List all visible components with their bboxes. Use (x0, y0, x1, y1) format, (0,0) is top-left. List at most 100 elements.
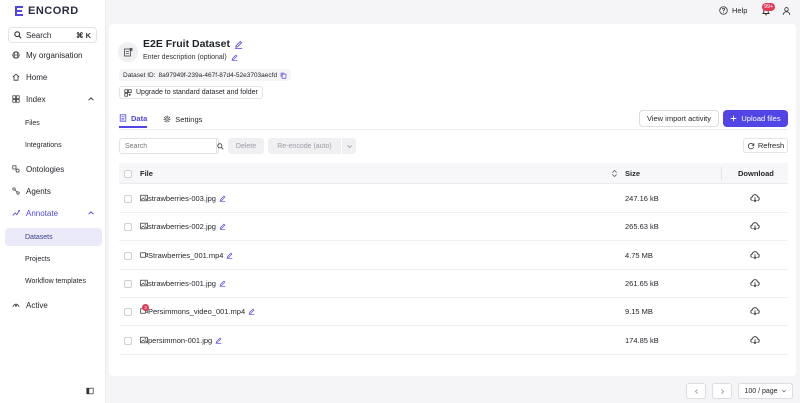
chevron-left-icon (694, 388, 698, 394)
chevron-up-icon[interactable] (87, 209, 95, 217)
cloud-download-icon[interactable] (750, 306, 760, 316)
image-icon (140, 279, 148, 287)
cloud-download-icon[interactable] (750, 250, 760, 260)
column-file: File (140, 169, 153, 178)
row-checkbox[interactable] (124, 279, 132, 288)
file-name-cell[interactable]: Persimmons_video_001.mp4 (148, 307, 255, 316)
file-name-cell[interactable]: Strawberries_001.mp4 (148, 251, 233, 260)
tab-settings[interactable]: Settings (163, 110, 202, 128)
sidebar-item-label: Projects (25, 255, 51, 263)
table-row[interactable]: strawberries-003.jpg 247.16 kB (119, 185, 788, 213)
table-row[interactable]: strawberries-001.jpg 261.65 kB (119, 270, 788, 298)
row-checkbox[interactable] (124, 308, 132, 317)
sidebar-item-workflow-templates[interactable]: Workflow templates (5, 272, 102, 290)
tab-data[interactable]: Data (119, 110, 148, 128)
cloud-download-icon[interactable] (750, 335, 760, 345)
description-text: Enter description (optional) (143, 54, 227, 61)
sidebar-search[interactable]: Search ⌘ K (8, 27, 97, 43)
chevron-up-icon[interactable] (87, 95, 95, 103)
view-import-activity-button[interactable]: View import activity (639, 110, 719, 127)
sidebar-item-label: Annotate (26, 208, 59, 218)
search-submit-button[interactable] (216, 139, 224, 153)
prev-page-button[interactable] (686, 383, 706, 399)
edit-description-icon[interactable] (231, 54, 238, 61)
search-icon (14, 31, 22, 39)
sidebar-item-ontologies[interactable]: Ontologies (5, 160, 102, 178)
sidebar-item-annotate[interactable]: Annotate (5, 204, 102, 222)
file-name-cell[interactable]: strawberries-002.jpg (148, 222, 226, 231)
cloud-download-icon[interactable] (750, 278, 760, 288)
edit-file-name-icon[interactable] (219, 223, 226, 231)
table-row[interactable]: Strawberries_001.mp4 4.75 MB (119, 242, 788, 270)
globe-icon (12, 51, 20, 59)
file-size: 265.63 kB (625, 222, 659, 232)
table-row[interactable]: persimmon-001.jpg 174.85 kB (119, 327, 788, 355)
sidebar-item-label: My organisation (26, 50, 83, 60)
file-name: strawberries-001.jpg (148, 278, 216, 288)
select-all-checkbox[interactable] (124, 170, 132, 178)
upgrade-icon (124, 88, 132, 97)
sidebar-item-datasets[interactable]: Datasets (5, 228, 102, 246)
row-checkbox[interactable] (124, 336, 132, 345)
row-checkbox[interactable] (124, 195, 132, 203)
column-divider (721, 167, 722, 180)
notification-badge: 99+ (762, 3, 776, 11)
upgrade-label: Upgrade to standard dataset and folder (136, 89, 258, 96)
dataset-description[interactable]: Enter description (optional) (143, 54, 238, 61)
sidebar-item-projects[interactable]: Projects (5, 250, 102, 268)
collapse-sidebar-icon[interactable] (86, 387, 94, 395)
sidebar-item-active[interactable]: Active (5, 296, 102, 314)
table-row[interactable]: 3 Persimmons_video_001.mp4 9.15 MB (119, 298, 788, 327)
sidebar-item-files[interactable]: Files (5, 114, 102, 132)
row-checkbox[interactable] (124, 223, 132, 232)
row-checkbox[interactable] (124, 251, 132, 260)
file-size: 261.65 kB (625, 278, 659, 288)
edit-file-name-icon[interactable] (248, 308, 255, 316)
file-name: Strawberries_001.mp4 (148, 250, 224, 260)
file-name-cell[interactable]: strawberries-003.jpg (148, 194, 226, 203)
edit-file-name-icon[interactable] (226, 252, 233, 259)
page-size-value: 100 / page (744, 387, 778, 395)
reencode-dropdown[interactable] (342, 138, 356, 154)
table-row[interactable]: strawberries-002.jpg 265.63 kB (119, 213, 788, 242)
file-name: Persimmons_video_001.mp4 (148, 307, 246, 317)
edit-file-name-icon[interactable] (219, 280, 226, 287)
edit-title-icon[interactable] (234, 40, 243, 49)
edit-file-name-icon[interactable] (215, 337, 222, 344)
home-icon (12, 73, 20, 81)
edit-file-name-icon[interactable] (219, 195, 226, 202)
file-name-cell[interactable]: persimmon-001.jpg (148, 336, 222, 345)
file-name-cell[interactable]: strawberries-001.jpg (148, 279, 226, 288)
search-label: Search (26, 30, 52, 40)
sidebar-item-index[interactable]: Index (5, 90, 102, 108)
user-icon[interactable] (782, 6, 791, 16)
tab-label: Data (131, 113, 148, 123)
sidebar-item-integrations[interactable]: Integrations (5, 136, 102, 154)
help-button[interactable]: Help (719, 6, 747, 15)
dataset-id-value: 8a97949f-239a-467f-87d4-52e3703aecfd (158, 71, 278, 79)
page-title: E2E Fruit Dataset (143, 38, 243, 50)
sidebar-item-agents[interactable]: Agents (5, 182, 102, 200)
upgrade-dataset-button[interactable]: Upgrade to standard dataset and folder (119, 86, 263, 99)
upload-files-button[interactable]: Upload files (723, 110, 788, 127)
search-input[interactable] (120, 139, 216, 153)
brand-name: ENCORD (28, 5, 79, 17)
next-page-button[interactable] (712, 383, 732, 399)
refresh-button[interactable]: Refresh (743, 138, 788, 153)
sort-icon[interactable] (611, 169, 618, 178)
reencode-button[interactable]: Re-encode (auto) (268, 138, 341, 154)
delete-button[interactable]: Delete (228, 138, 264, 154)
tab-label: Settings (175, 114, 203, 124)
sidebar-item-my-organisation[interactable]: My organisation (5, 46, 102, 64)
file-size: 247.16 kB (625, 194, 659, 203)
cloud-download-icon[interactable] (750, 221, 760, 231)
encord-logo[interactable]: ENCORD (13, 4, 79, 18)
page-size-select[interactable]: 100 / page (738, 383, 793, 399)
cloud-download-icon[interactable] (750, 193, 760, 203)
search-shortcut: ⌘ K (76, 30, 91, 40)
search-icon (217, 142, 224, 150)
sidebar-item-label: Integrations (25, 141, 62, 149)
sidebar-item-home[interactable]: Home (5, 68, 102, 86)
copy-icon[interactable] (280, 72, 287, 79)
sidebar-item-label: Home (26, 72, 48, 82)
